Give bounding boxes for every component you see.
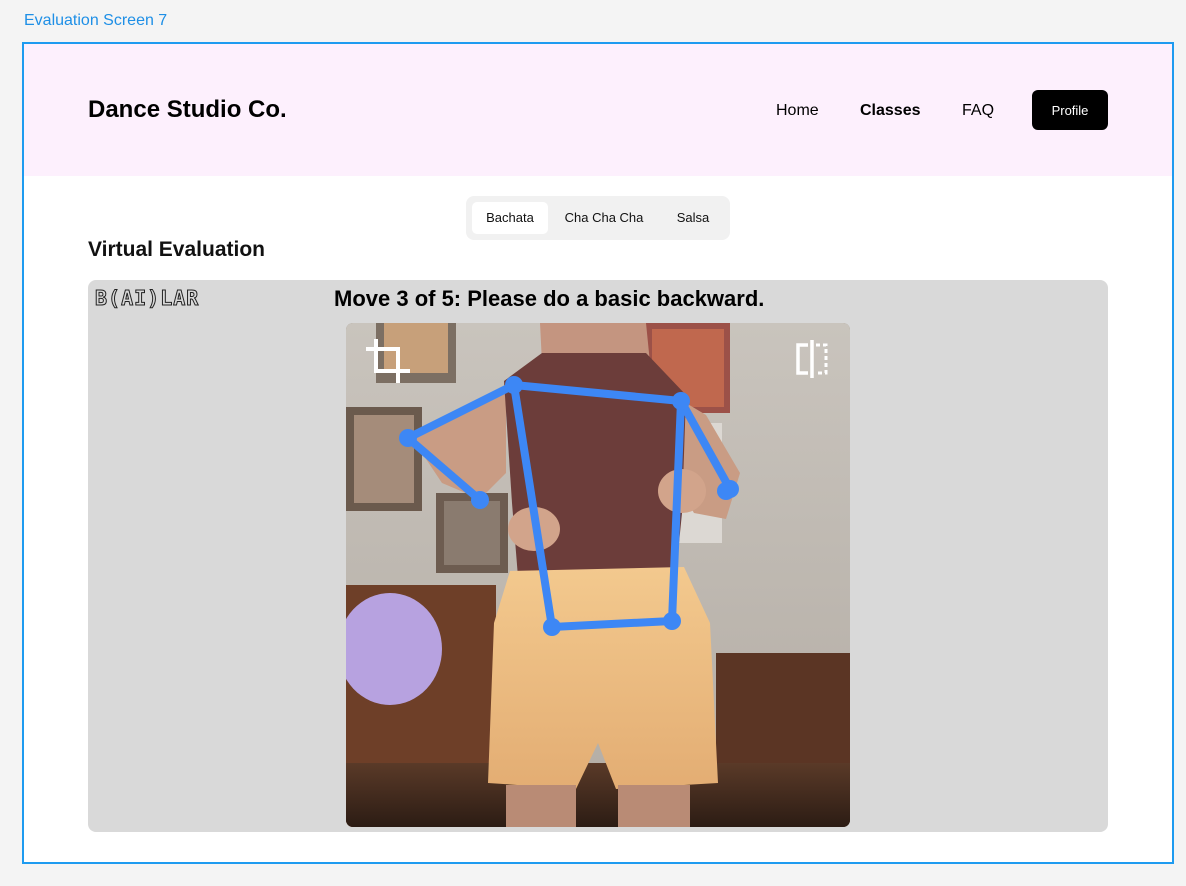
profile-button[interactable]: Profile (1032, 90, 1108, 130)
move-instruction: Move 3 of 5: Please do a basic backward. (334, 286, 765, 311)
camera-feed (346, 323, 850, 827)
evaluation-screen: Dance Studio Co. Home Classes FAQ Profil… (22, 42, 1174, 864)
site-header: Dance Studio Co. Home Classes FAQ Profil… (24, 44, 1172, 176)
nav-home[interactable]: Home (776, 102, 819, 120)
dance-style-tabs: Bachata Cha Cha Cha Salsa (466, 196, 730, 240)
tab-cha-cha-cha[interactable]: Cha Cha Cha (556, 202, 652, 234)
right-hand (658, 469, 706, 513)
brand-logo[interactable]: Dance Studio Co. (88, 96, 287, 124)
tab-salsa[interactable]: Salsa (662, 202, 724, 234)
crop-icon[interactable] (366, 339, 410, 383)
shorts (488, 567, 718, 789)
mirror-icon[interactable] (794, 339, 830, 379)
frame-label: Evaluation Screen 7 (24, 12, 168, 29)
nav-classes[interactable]: Classes (860, 102, 921, 120)
bailar-logo: B(AI)LAR (94, 286, 200, 311)
nav-faq[interactable]: FAQ (962, 102, 994, 120)
evaluation-panel: B(AI)LAR Move 3 of 5: Please do a basic … (88, 280, 1108, 832)
poster (444, 501, 500, 565)
page-title: Virtual Evaluation (88, 238, 265, 261)
poster (354, 415, 414, 503)
left-leg (506, 785, 576, 827)
floor (346, 763, 850, 827)
tab-bachata[interactable]: Bachata (472, 202, 548, 234)
camera-scene (346, 323, 850, 827)
right-leg (618, 785, 690, 827)
